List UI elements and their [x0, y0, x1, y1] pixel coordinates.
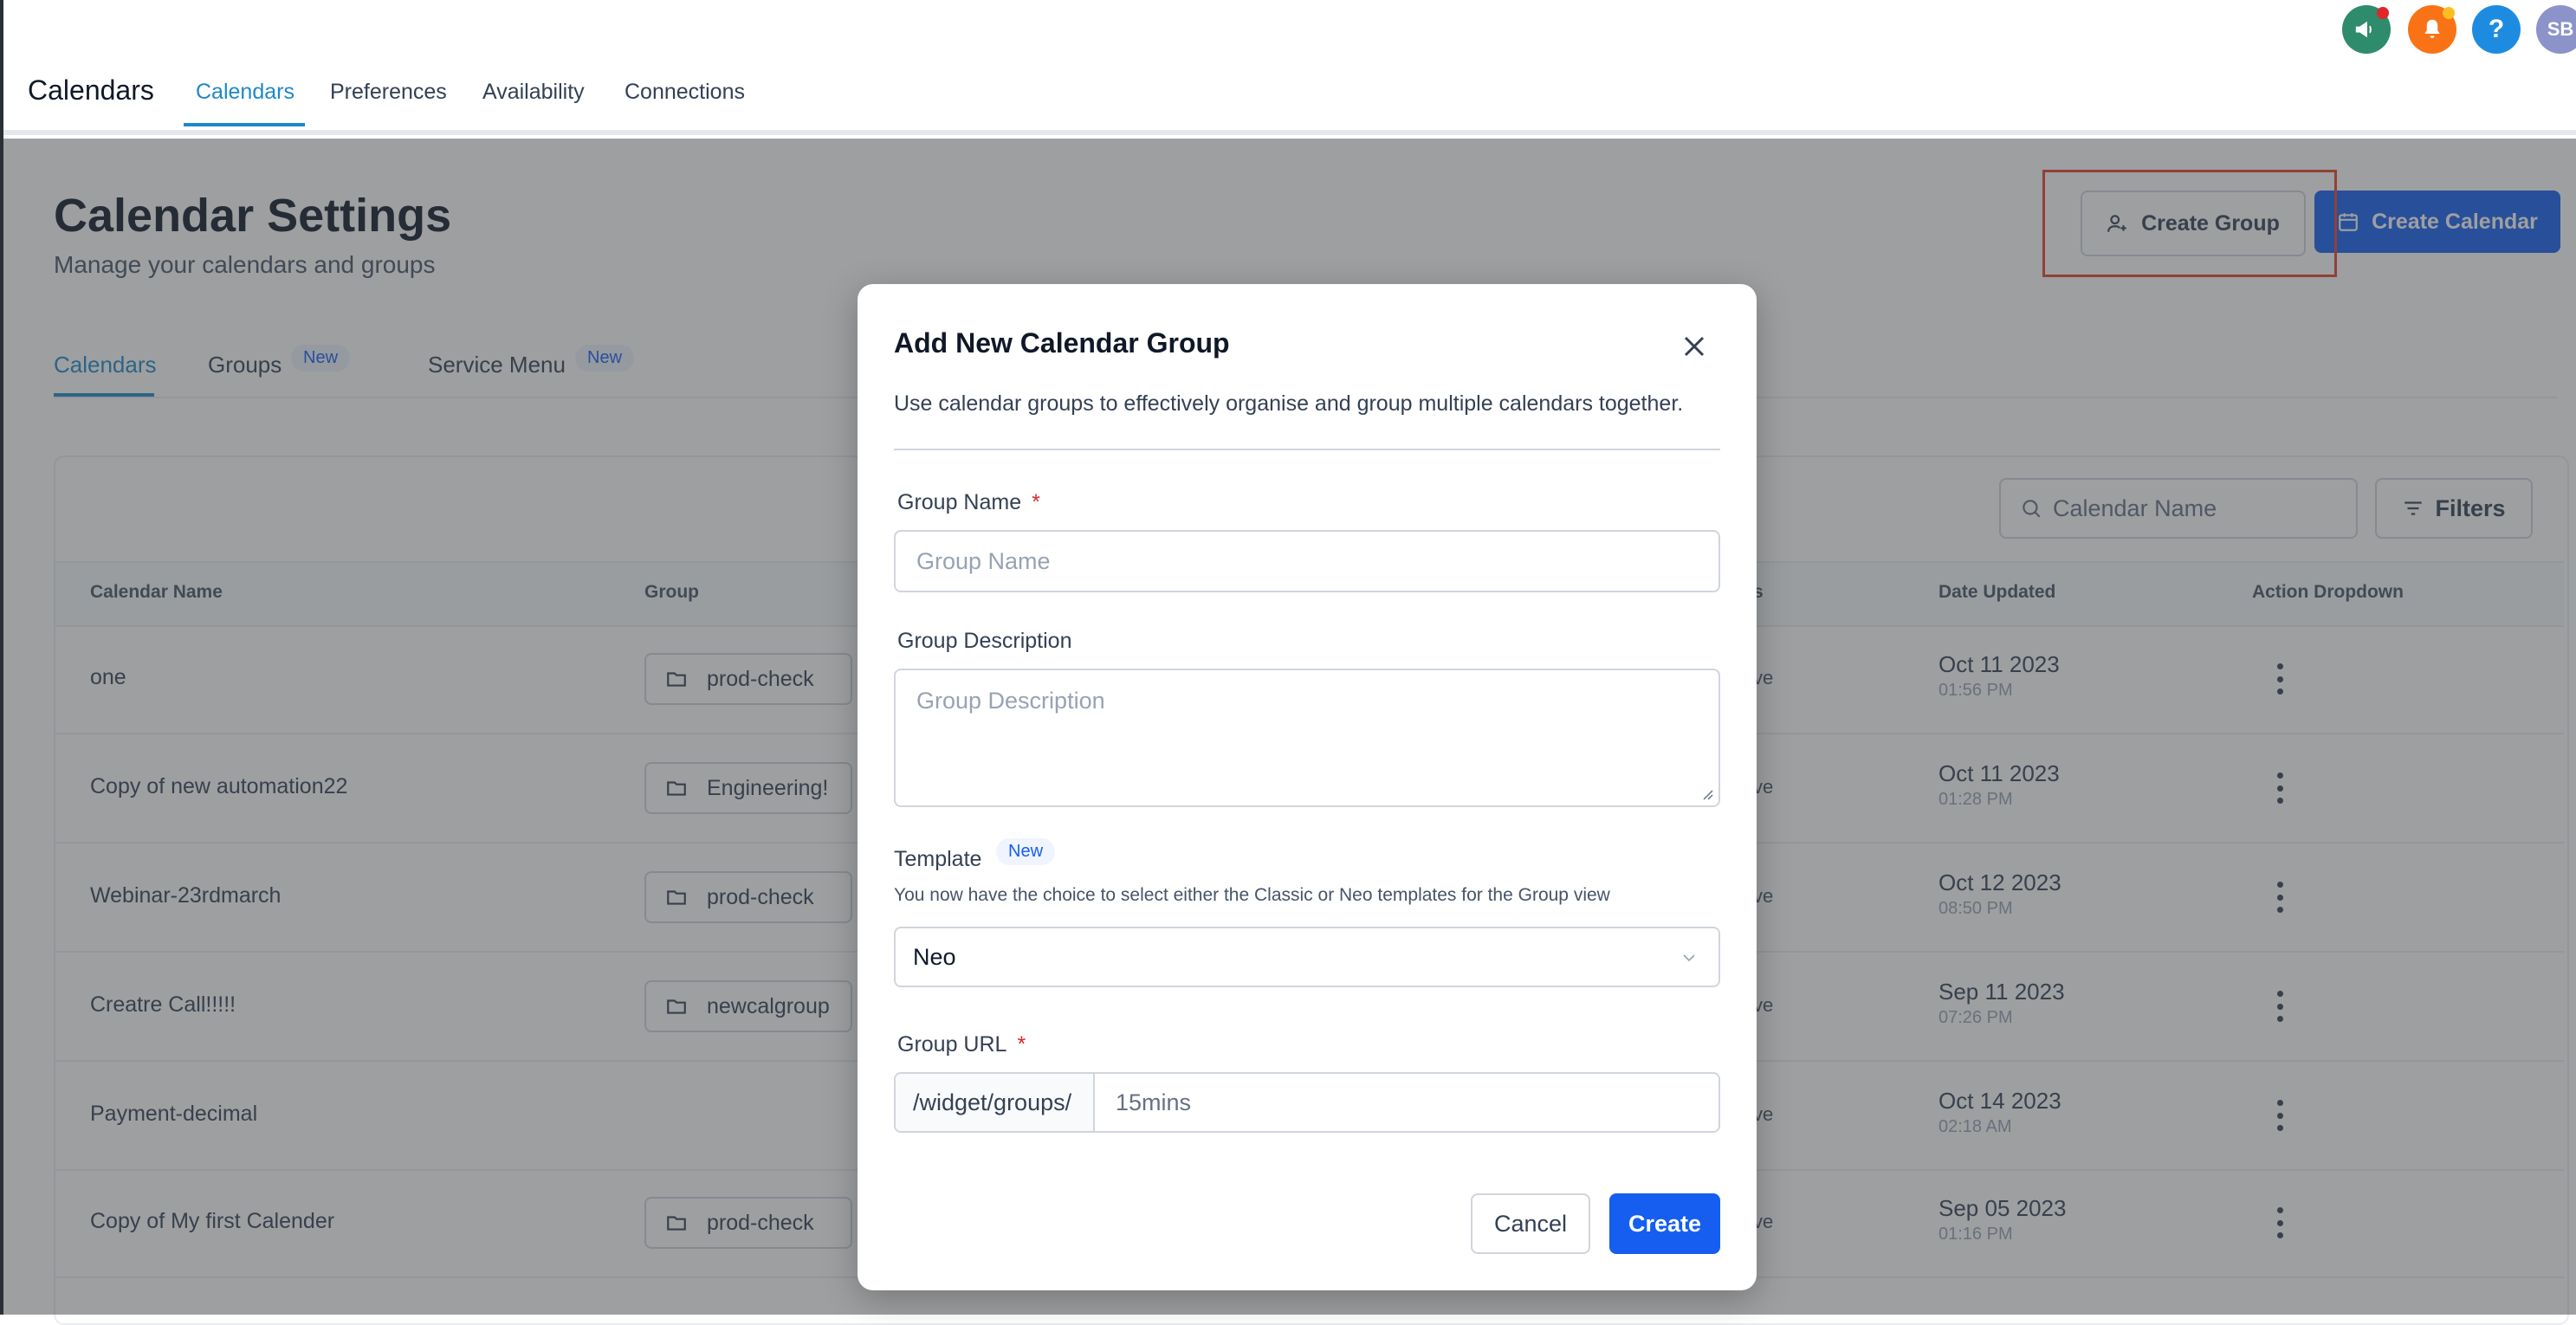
topbar-divider [0, 130, 2576, 135]
modal-divider [894, 449, 1720, 450]
template-new-badge: New [996, 838, 1056, 865]
required-asterisk: * [1017, 1032, 1026, 1057]
announcement-dot [2377, 7, 2389, 19]
help-icon[interactable]: ? [2472, 5, 2521, 54]
group-url-prefix: /widget/groups/ [896, 1074, 1095, 1131]
group-url-label-text: Group URL [897, 1032, 1007, 1057]
group-description-label: Group Description [897, 629, 1072, 653]
group-name-placeholder: Group Name [916, 547, 1051, 574]
announcement-icon[interactable] [2342, 5, 2391, 54]
template-selected-value: Neo [913, 943, 956, 970]
avatar[interactable]: SB [2536, 5, 2576, 54]
group-name-label-text: Group Name [897, 490, 1022, 514]
active-tab-indicator [184, 123, 305, 126]
group-url-label: Group URL * [897, 1032, 1026, 1057]
notification-bell-icon[interactable] [2408, 5, 2456, 54]
top-navigation-bar: Calendars Calendars Preferences Availabi… [0, 0, 2576, 139]
resize-handle-icon[interactable] [1701, 788, 1713, 800]
group-url-field: /widget/groups/ 15mins [894, 1072, 1720, 1133]
group-url-input[interactable]: 15mins [1095, 1074, 1191, 1131]
close-icon[interactable] [1677, 329, 1712, 364]
required-asterisk: * [1032, 490, 1040, 514]
group-description-placeholder: Group Description [916, 688, 1105, 714]
tab-availability[interactable]: Availability [482, 80, 585, 105]
group-name-input[interactable]: Group Name [894, 530, 1720, 592]
notification-dot [2443, 7, 2455, 19]
create-button[interactable]: Create [1609, 1193, 1720, 1254]
add-calendar-group-modal: Add New Calendar Group Use calendar grou… [858, 284, 1757, 1290]
app-title: Calendars [28, 74, 154, 106]
group-name-label: Group Name * [897, 490, 1040, 515]
tab-preferences[interactable]: Preferences [330, 80, 447, 105]
cancel-button[interactable]: Cancel [1471, 1193, 1590, 1254]
tab-calendars[interactable]: Calendars [196, 80, 294, 105]
template-label: Template [894, 847, 982, 871]
tab-connections[interactable]: Connections [625, 80, 745, 105]
template-hint: You now have the choice to select either… [894, 885, 1610, 905]
modal-description: Use calendar groups to effectively organ… [894, 391, 1684, 416]
window-left-edge [0, 0, 3, 1315]
modal-title: Add New Calendar Group [894, 327, 1230, 359]
chevron-down-icon [1683, 954, 1695, 962]
template-select[interactable]: Neo [894, 927, 1720, 987]
group-description-textarea[interactable]: Group Description [894, 669, 1720, 807]
